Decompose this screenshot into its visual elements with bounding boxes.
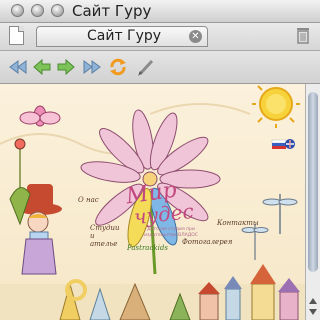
toolbar <box>0 51 320 84</box>
rewind-icon[interactable] <box>8 57 28 77</box>
reload-icon[interactable] <box>108 57 128 77</box>
browser-window: Сайт Гуру Сайт Гуру ✕ Мир чудес Детская … <box>0 0 320 320</box>
nav-link-contacts[interactable]: Контакты <box>217 219 259 227</box>
scrollbar-thumb[interactable] <box>308 92 318 272</box>
nav-link-photo[interactable]: Фотогалерея <box>182 238 232 246</box>
title-bar: Сайт Гуру <box>0 0 320 23</box>
scroll-up-icon[interactable] <box>309 298 317 304</box>
nav-link-studios[interactable]: Студии и ателье <box>90 224 120 248</box>
back-icon[interactable] <box>32 57 52 77</box>
minimize-window-button[interactable] <box>31 4 44 17</box>
sun-illustration <box>252 85 300 128</box>
fast-forward-icon[interactable] <box>82 57 102 77</box>
girl-illustration <box>9 184 62 275</box>
window-title: Сайт Гуру <box>72 2 152 20</box>
new-tab-icon[interactable] <box>9 26 24 45</box>
web-page: Мир чудес Детская студия при издательств… <box>0 84 305 320</box>
tab-label: Сайт Гуру <box>87 28 162 44</box>
trash-icon[interactable] <box>296 26 310 44</box>
tab-bar: Сайт Гуру ✕ <box>0 23 320 51</box>
pen-icon[interactable] <box>136 57 156 77</box>
nav-link-about[interactable]: О нас <box>78 196 99 204</box>
close-window-button[interactable] <box>11 4 24 17</box>
zoom-window-button[interactable] <box>51 4 64 17</box>
tab-site-guru[interactable]: Сайт Гуру ✕ <box>36 26 208 47</box>
close-tab-icon[interactable]: ✕ <box>189 30 202 43</box>
nav-link-fastrackids[interactable]: Fastrackids <box>127 244 168 252</box>
forward-icon[interactable] <box>56 57 76 77</box>
scroll-down-icon[interactable] <box>309 309 317 315</box>
dragonfly-illustration <box>19 105 61 127</box>
vertical-scrollbar[interactable] <box>305 84 320 320</box>
